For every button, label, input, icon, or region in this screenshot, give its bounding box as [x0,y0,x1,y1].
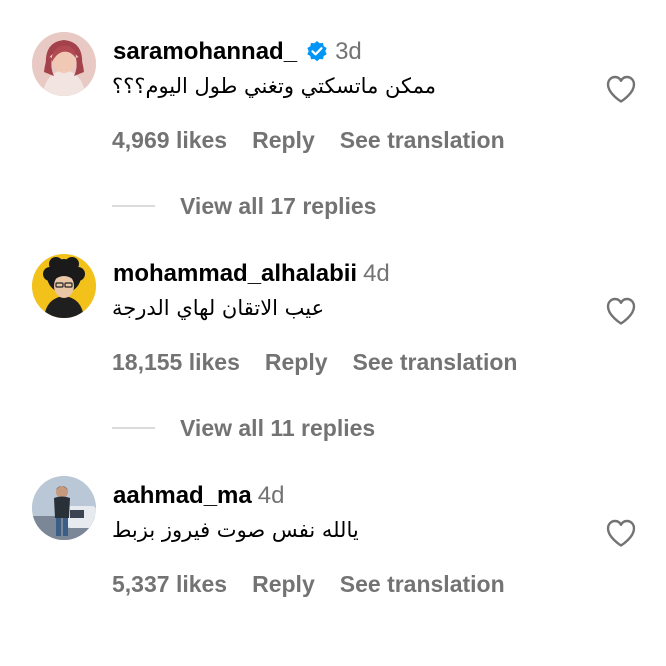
likes-count[interactable]: 4,969 likes [112,127,227,154]
reply-button[interactable]: Reply [265,349,328,376]
avatar[interactable] [32,476,96,540]
heart-icon[interactable] [605,296,637,326]
likes-count[interactable]: 18,155 likes [112,349,240,376]
comment-header: mohammad_alhalabii 4d [113,258,390,290]
comment-actions: 18,155 likes Reply See translation [112,346,517,378]
comment-item: aahmad_ma 4d يالله نفس صوت فيروز بزبط 5,… [0,444,666,666]
comment-text: عيب الاتقان لهاي الدرجة [112,296,325,320]
comment-timestamp: 3d [335,38,362,65]
view-replies-button[interactable]: View all 11 replies [112,412,375,444]
replies-divider [112,205,155,207]
comment-header: aahmad_ma 4d [113,480,284,512]
likes-count[interactable]: 5,337 likes [112,571,227,598]
avatar[interactable] [32,254,96,318]
comment-item: saramohannad_ 3d ممكن ماتسكتي وتغني طول … [0,0,666,222]
comment-actions: 4,969 likes Reply See translation [112,124,505,156]
replies-divider [112,427,155,429]
comment-timestamp: 4d [257,482,285,509]
reply-button[interactable]: Reply [252,571,315,598]
view-replies-label: View all 17 replies [180,192,377,219]
view-replies-label: View all 11 replies [180,414,376,441]
comment-header: saramohannad_ 3d [113,36,362,68]
comment-item: mohammad_alhalabii 4d عيب الاتقان لهاي ا… [0,222,666,444]
username[interactable]: mohammad_alhalabii [113,260,357,288]
see-translation-button[interactable]: See translation [353,349,518,376]
see-translation-button[interactable]: See translation [340,571,505,598]
heart-icon[interactable] [605,74,637,104]
avatar[interactable] [32,32,96,96]
username[interactable]: aahmad_ma [113,482,252,510]
verified-badge-icon [305,40,329,64]
view-replies-button[interactable]: View all 17 replies [112,190,376,222]
reply-button[interactable]: Reply [252,127,315,154]
comment-timestamp: 4d [363,260,390,287]
username[interactable]: saramohannad_ [113,38,297,66]
heart-icon[interactable] [605,518,637,548]
comment-actions: 5,337 likes Reply See translation [112,568,505,600]
comment-text: يالله نفس صوت فيروز بزبط [112,518,359,542]
see-translation-button[interactable]: See translation [340,127,505,154]
comment-text: ممكن ماتسكتي وتغني طول اليوم؟؟؟ [112,74,436,98]
